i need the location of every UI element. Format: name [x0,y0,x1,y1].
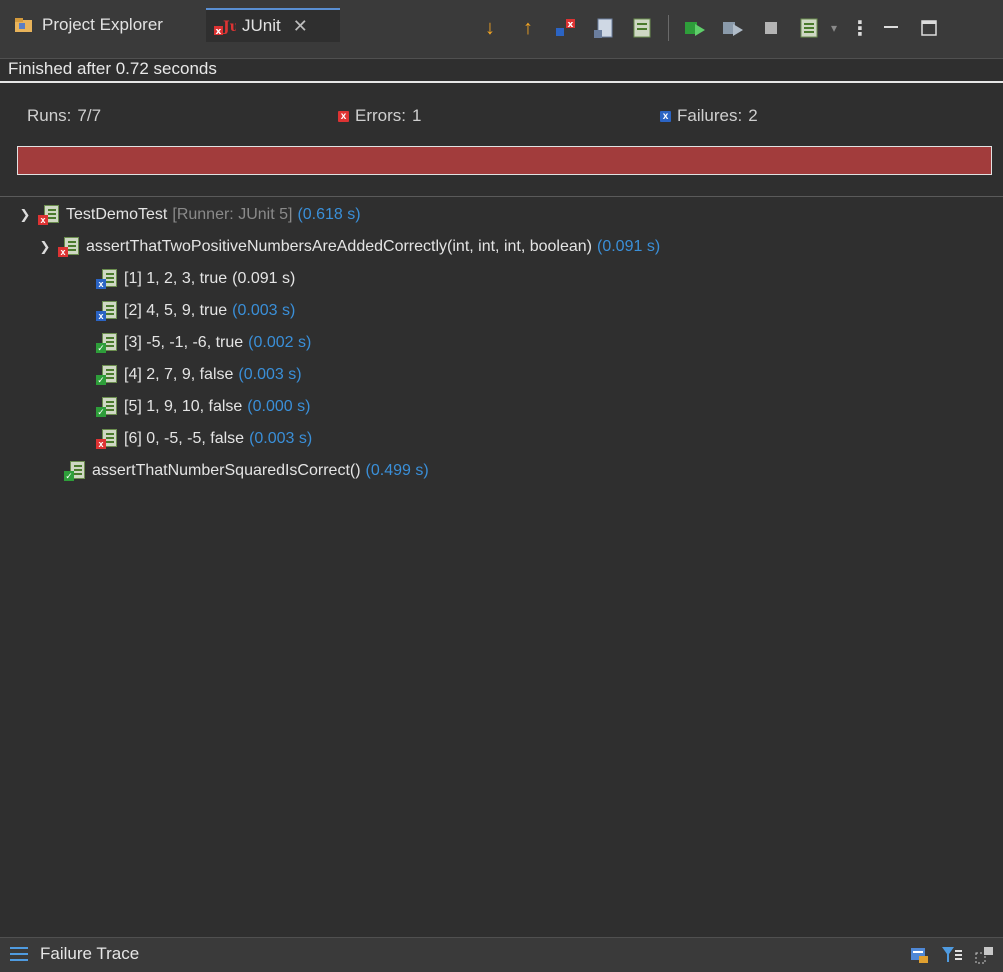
runs-value: 7/7 [77,106,102,125]
tree-node-test-case[interactable]: ✓ [5] 1, 9, 10, false (0.000 s) [96,392,310,422]
test-time: (0.003 s) [238,366,302,383]
test-time: (0.499 s) [365,462,429,479]
test-class-name: TestDemoTest [66,206,168,223]
test-method-name: assertThatTwoPositiveNumbersAreAddedCorr… [86,238,592,255]
test-failure-icon: x [96,269,118,289]
test-suite-error-icon: x [38,205,60,225]
project-explorer-icon [14,15,34,35]
tree-node-test-method[interactable]: ✓ assertThatNumberSquaredIsCorrect() (0.… [64,456,429,486]
test-failure-icon: x [96,301,118,321]
svg-text:x: x [216,27,222,36]
test-case-name: [3] -5, -1, -6, true [124,334,244,351]
failures-value: 2 [748,106,758,125]
view-menu-icon[interactable]: ⋮ [850,16,870,40]
failure-trace-icon [10,947,28,961]
errors-value: 1 [412,106,422,125]
svg-text:x: x [568,20,574,30]
test-case-name: [4] 2, 7, 9, false [124,366,234,383]
tree-node-test-case[interactable]: ✓ [4] 2, 7, 9, false (0.003 s) [96,360,302,390]
test-method-name: assertThatNumberSquaredIsCorrect() [92,462,361,479]
runner-label: [Runner: JUnit 5] [172,206,293,223]
runs-counter: Runs: 7/7 [27,106,101,126]
maximize-icon[interactable] [917,16,941,40]
run-status-text: Finished after 0.72 seconds [8,59,217,78]
test-time: (0.000 s) [247,398,311,415]
divider [0,81,1003,83]
test-progress-bar [17,146,992,175]
test-error-icon: x [96,429,118,449]
minimize-icon[interactable] [879,16,903,40]
test-time: (0.091 s) [232,270,296,287]
tree-node-test-case[interactable]: x [1] 1, 2, 3, true (0.091 s) [96,264,295,294]
test-time: (0.091 s) [597,238,661,255]
chevron-down-icon[interactable]: ❯ [18,207,32,223]
errors-counter: x Errors: 1 [338,106,421,126]
next-failure-icon[interactable]: ↓ [478,16,502,40]
test-counters: Runs: 7/7 x Errors: 1 x Failures: 2 [0,100,1003,134]
tree-node-test-method[interactable]: ❯ x assertThatTwoPositiveNumbersAreAdded… [38,232,660,262]
test-passed-icon: ✓ [64,461,86,481]
failures-counter: x Failures: 2 [660,106,758,126]
compare-results-icon[interactable] [909,945,931,965]
tree-node-test-case[interactable]: x [6] 0, -5, -5, false (0.003 s) [96,424,312,454]
rerun-failures-first-icon[interactable] [721,16,745,40]
tree-node-test-case[interactable]: x [2] 4, 5, 9, true (0.003 s) [96,296,295,326]
errors-label: Errors: [355,106,406,125]
svg-text:Ju: Ju [221,19,236,35]
test-passed-icon: ✓ [96,365,118,385]
tab-project-explorer[interactable]: Project Explorer [6,8,206,42]
test-case-name: [6] 0, -5, -5, false [124,430,245,447]
chevron-down-icon[interactable]: ▾ [827,16,841,40]
copy-trace-icon[interactable] [973,945,995,965]
test-passed-icon: ✓ [96,397,118,417]
view-tab-bar: Project Explorer x Ju JUnit ✕ ↓ ↑ x ▾ ⋮ [0,0,1003,59]
test-time: (0.002 s) [248,334,312,351]
test-passed-icon: ✓ [96,333,118,353]
toolbar-separator [668,15,669,41]
failure-trace-header: Failure Trace [10,944,139,964]
test-case-name: [5] 1, 9, 10, false [124,398,243,415]
rerun-test-icon[interactable] [683,16,707,40]
error-icon: x [338,110,349,122]
close-icon[interactable]: ✕ [293,16,308,37]
tab-label: Project Explorer [42,15,163,34]
divider [0,196,1003,197]
show-skipped-icon[interactable] [592,16,616,40]
test-time: (0.003 s) [249,430,313,447]
filter-stack-trace-icon[interactable] [941,945,963,965]
chevron-down-icon[interactable]: ❯ [38,239,52,255]
test-time: (0.003 s) [232,302,296,319]
tree-node-test-class[interactable]: ❯ x TestDemoTest [Runner: JUnit 5] (0.61… [18,200,361,230]
tab-label: JUnit [242,16,281,35]
failures-label: Failures: [677,106,743,125]
stop-icon[interactable] [759,16,783,40]
previous-failure-icon[interactable]: ↑ [516,16,540,40]
show-failures-only-icon[interactable]: x [554,16,578,40]
failure-icon: x [660,110,671,122]
failure-trace-toolbar [899,945,995,965]
junit-icon: x Ju [214,16,240,37]
tab-junit[interactable]: x Ju JUnit ✕ [206,8,340,42]
test-suite-error-icon: x [58,237,80,257]
scroll-lock-icon[interactable] [630,16,654,40]
test-time: (0.618 s) [297,206,361,223]
junit-toolbar: ↓ ↑ x ▾ ⋮ [478,14,955,42]
tree-node-test-case[interactable]: ✓ [3] -5, -1, -6, true (0.002 s) [96,328,311,358]
runs-label: Runs: [27,106,72,125]
test-case-name: [2] 4, 5, 9, true [124,302,228,319]
failure-trace-bar: Failure Trace [0,937,1003,972]
test-case-name: [1] 1, 2, 3, true [124,270,228,287]
failure-trace-label: Failure Trace [40,944,140,963]
test-run-history-icon[interactable] [797,16,821,40]
